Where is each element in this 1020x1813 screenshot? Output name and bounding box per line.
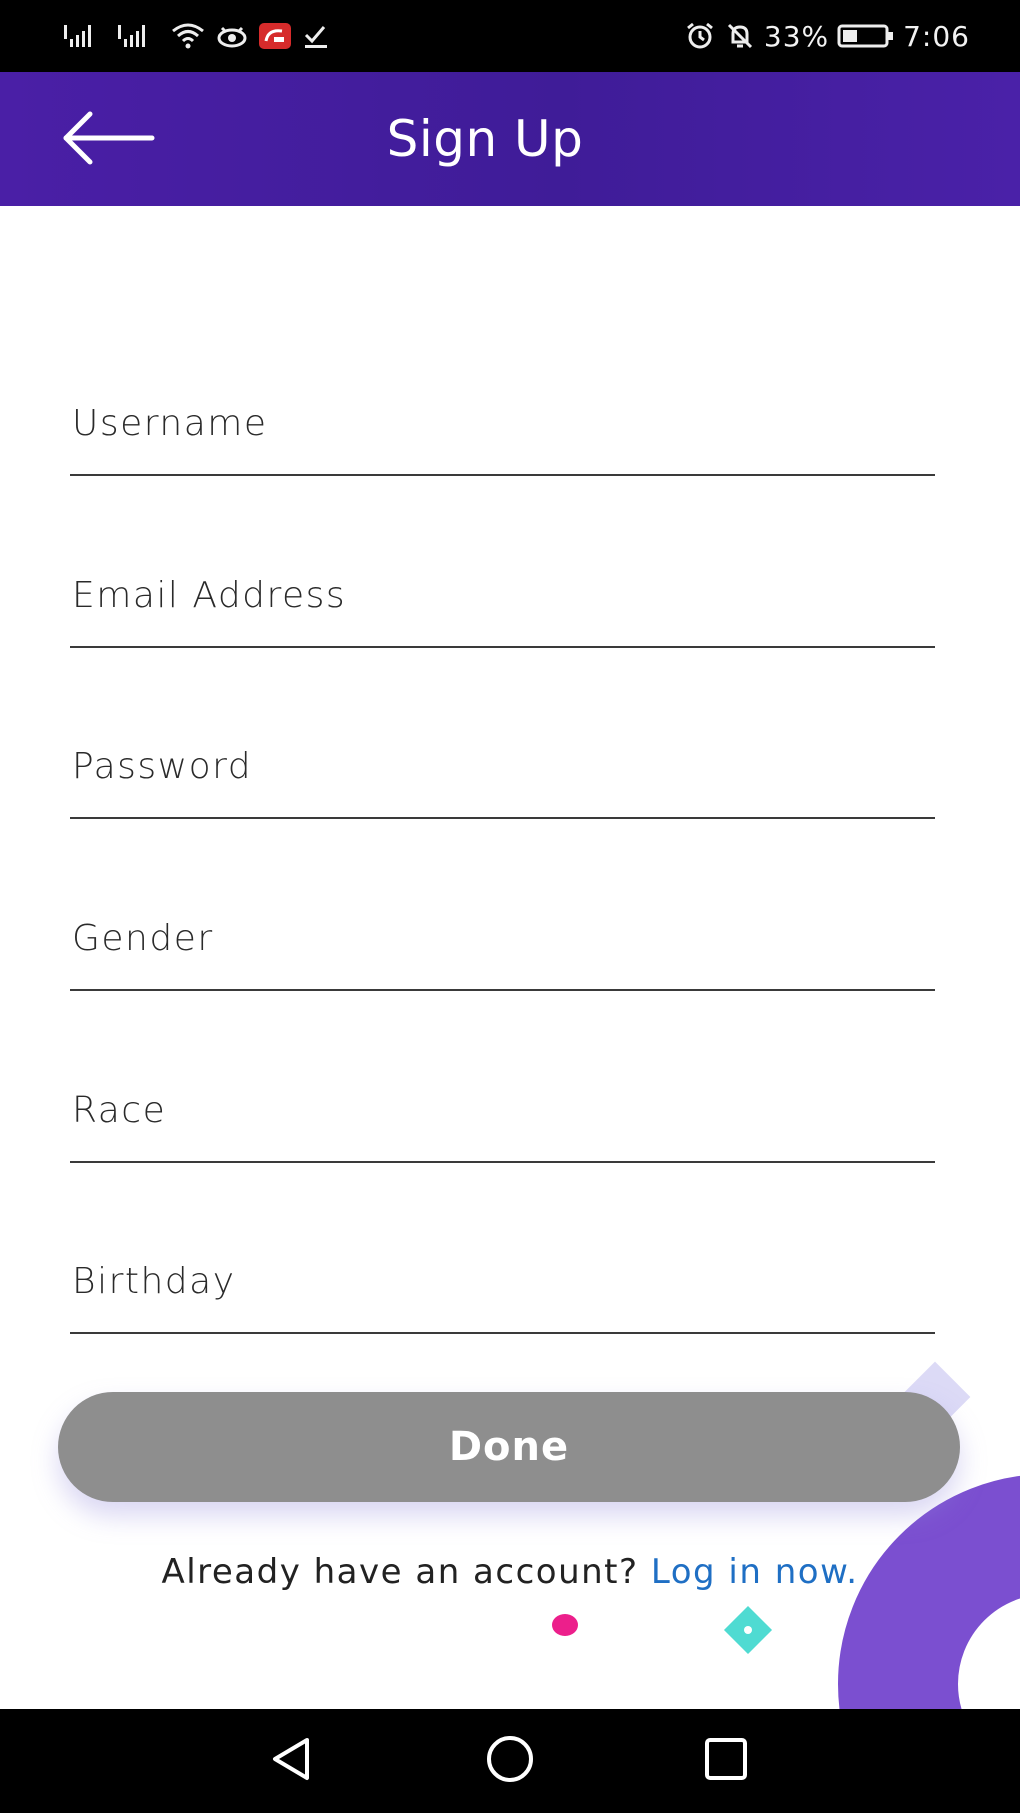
signal-icon xyxy=(62,21,106,51)
username-field[interactable]: Username xyxy=(70,364,935,476)
nav-recents-icon xyxy=(700,1733,752,1790)
nav-home-icon xyxy=(482,1731,538,1792)
nav-home-button[interactable] xyxy=(480,1731,540,1791)
decorative-dot xyxy=(552,1614,578,1636)
gender-label: Gender xyxy=(72,918,214,959)
alarm-icon xyxy=(684,21,716,51)
done-button[interactable]: Done xyxy=(58,1392,960,1502)
password-field[interactable]: Password xyxy=(70,707,935,819)
system-nav-bar xyxy=(0,1709,1020,1813)
back-button[interactable] xyxy=(56,108,160,172)
nav-back-button[interactable] xyxy=(262,1731,322,1791)
wifi-icon xyxy=(170,21,206,51)
notification-app-icon xyxy=(258,21,292,51)
clock: 7:06 xyxy=(903,19,970,53)
battery-percent: 33% xyxy=(763,19,830,53)
app-bar: Sign Up xyxy=(0,72,1020,206)
nav-recents-button[interactable] xyxy=(696,1731,756,1791)
mute-icon xyxy=(724,21,756,51)
birthday-field[interactable]: Birthday xyxy=(70,1222,935,1334)
race-label: Race xyxy=(72,1090,167,1131)
back-arrow-icon xyxy=(60,108,156,173)
username-label: Username xyxy=(72,403,268,444)
decorative-diamond xyxy=(723,1605,773,1655)
birthday-label: Birthday xyxy=(72,1261,236,1302)
battery-icon xyxy=(837,21,895,51)
status-right-icons: 33% 7:06 xyxy=(684,16,970,56)
password-label: Password xyxy=(72,746,253,787)
eye-icon xyxy=(216,21,248,51)
sign-up-form: Username Email Address Password Gender R… xyxy=(0,206,1020,1709)
email-field[interactable]: Email Address xyxy=(70,536,935,648)
login-link[interactable]: Log in now. xyxy=(651,1552,859,1592)
race-field[interactable]: Race xyxy=(70,1051,935,1163)
login-prompt: Already have an account? Log in now. xyxy=(0,1552,1020,1592)
status-left-icons xyxy=(62,16,330,56)
nav-back-icon xyxy=(267,1734,317,1789)
gender-field[interactable]: Gender xyxy=(70,879,935,991)
status-bar: 33% 7:06 xyxy=(0,0,1020,72)
download-done-icon xyxy=(302,21,330,51)
signal-icon xyxy=(116,21,160,51)
email-label: Email Address xyxy=(72,575,347,616)
login-prompt-text: Already have an account? xyxy=(161,1552,651,1592)
